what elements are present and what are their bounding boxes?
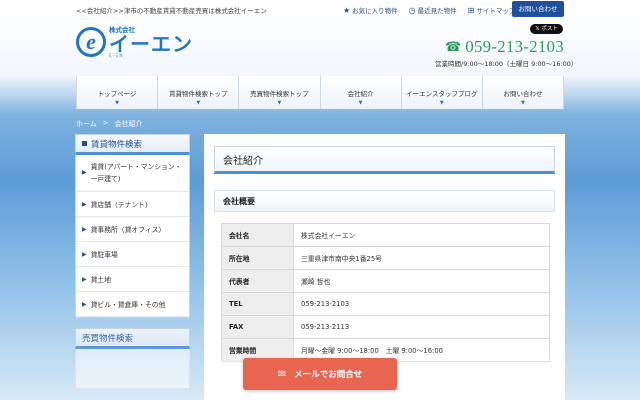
breadcrumb-current: 会社紹介: [114, 120, 143, 128]
nav-staff-blog[interactable]: イーエンスタッフブログ ▼: [402, 76, 483, 109]
arrow-right-icon: ▶: [82, 300, 87, 308]
logo-name: イーエン: [109, 32, 193, 56]
table-row: 会社名 株式会社イーエン: [221, 223, 550, 247]
arrow-right-icon: ▶: [82, 200, 87, 208]
arrow-right-icon: ▶: [82, 275, 87, 283]
table-row: 代表者 瀬崎 哲也: [221, 269, 550, 293]
favorites-link[interactable]: ★ お気に入り物件: [343, 3, 398, 17]
mail-icon: ✉: [277, 368, 287, 380]
chevron-down-icon: ▼: [521, 100, 525, 106]
sidebar-title: 賃貸物件検索: [75, 134, 190, 155]
arrow-right-icon: ▶: [82, 250, 87, 258]
site-logo[interactable]: e 株式会社 イーエン E-EN: [76, 24, 193, 59]
business-hours: 営業時間/9:00～18:00（土曜日 9:00～16:00）: [435, 60, 578, 68]
sidebar-list: ▶ 賃貸(アパート・マンション・一戸建て) ▶ 貸店舗（テナント） ▶ 貸事務所（貸オ…: [75, 155, 190, 318]
sidebar-item-shop[interactable]: ▶ 貸店舗（テナント）: [76, 192, 189, 217]
contact-top-button[interactable]: お問い合わせ: [512, 1, 564, 17]
chevron-down-icon: ▼: [196, 100, 201, 106]
company-info-table: 会社名 株式会社イーエン 所在地 三重県津市南中央1番25号 代表者 瀬崎 哲也 TE…: [221, 223, 550, 362]
page-title: 会社紹介: [214, 146, 555, 174]
breadcrumb: ホーム > 会社紹介: [76, 119, 143, 129]
breadcrumb-home[interactable]: ホーム: [76, 119, 97, 129]
recent-link[interactable]: ◷ 最近見た物件: [409, 3, 457, 17]
sidebar-item-office[interactable]: ▶ 貸事務所（貸オフィス）: [76, 217, 189, 242]
square-bullet-icon: [82, 141, 87, 146]
phone-icon: ☎: [445, 39, 462, 55]
table-row: FAX 059-213-2113: [221, 315, 550, 339]
nav-rental-search[interactable]: 賃貸物件検索トップ ▼: [158, 76, 240, 109]
top-links: ★ お気に入り物件 ◷ 最近見た物件 ⊞ サイトマップ: [343, 3, 526, 17]
chevron-down-icon: ▼: [439, 100, 444, 106]
sidebar-item-parking[interactable]: ▶ 貸駐車場: [76, 242, 189, 267]
table-row: TEL 059-213-2103: [221, 292, 550, 316]
nav-top[interactable]: トップページ ▼: [77, 76, 159, 109]
sidebar: 賃貸物件検索 ▶ 賃貸(アパート・マンション・一戸建て) ▶ 貸店舗（テナント） ▶…: [75, 134, 190, 389]
site-header: <<会社紹介>>津市の不動産賃貸不動産売買は株式会社イーエン ★ お気に入り物件…: [0, 0, 640, 75]
nav-contact[interactable]: お問い合わせ ▼: [483, 76, 565, 109]
arrow-right-icon: ▶: [82, 225, 87, 233]
sidebar-item-rental-residential[interactable]: ▶ 賃貸(アパート・マンション・一戸建て): [76, 155, 189, 192]
chevron-down-icon: ▼: [277, 100, 282, 106]
phone-number[interactable]: ☎ 059-213-2103: [445, 37, 564, 57]
global-nav: トップページ ▼ 賃貸物件検索トップ ▼ 売買物件検索トップ ▼ 会社紹介 ▼ イーエン…: [76, 76, 565, 109]
breadcrumb-separator: >: [102, 119, 109, 127]
x-post-button[interactable]: 𝕏 ポスト: [530, 24, 563, 34]
chevron-down-icon: ▼: [358, 100, 363, 106]
clock-icon: ◷: [408, 5, 416, 15]
arrow-right-icon: ▶: [82, 169, 87, 176]
chevron-down-icon: ▼: [115, 100, 119, 106]
header-caption: <<会社紹介>>津市の不動産賃貸不動産売買は株式会社イーエン: [76, 7, 267, 15]
nav-sale-search[interactable]: 売買物件検索トップ ▼: [239, 76, 321, 109]
section-title: 会社概要: [214, 190, 555, 212]
nav-company[interactable]: 会社紹介 ▼: [321, 76, 402, 109]
sidebar-item-building[interactable]: ▶ 貸ビル・貸倉庫・その他: [76, 292, 189, 317]
mail-contact-button[interactable]: ✉ メールでお問合せ: [243, 358, 397, 390]
sidebar-sale-list: [75, 349, 190, 389]
sitemap-link[interactable]: ⊞ サイトマップ: [468, 3, 516, 17]
logo-mark: e: [76, 26, 106, 57]
star-icon: ★: [343, 5, 351, 15]
sitemap-icon: ⊞: [467, 5, 475, 15]
table-row: 所在地 三重県津市南中央1番25号: [221, 246, 550, 270]
sidebar-item-land[interactable]: ▶ 貸土地: [76, 267, 189, 292]
sidebar-title-sale: 売買物件検索: [75, 328, 190, 349]
